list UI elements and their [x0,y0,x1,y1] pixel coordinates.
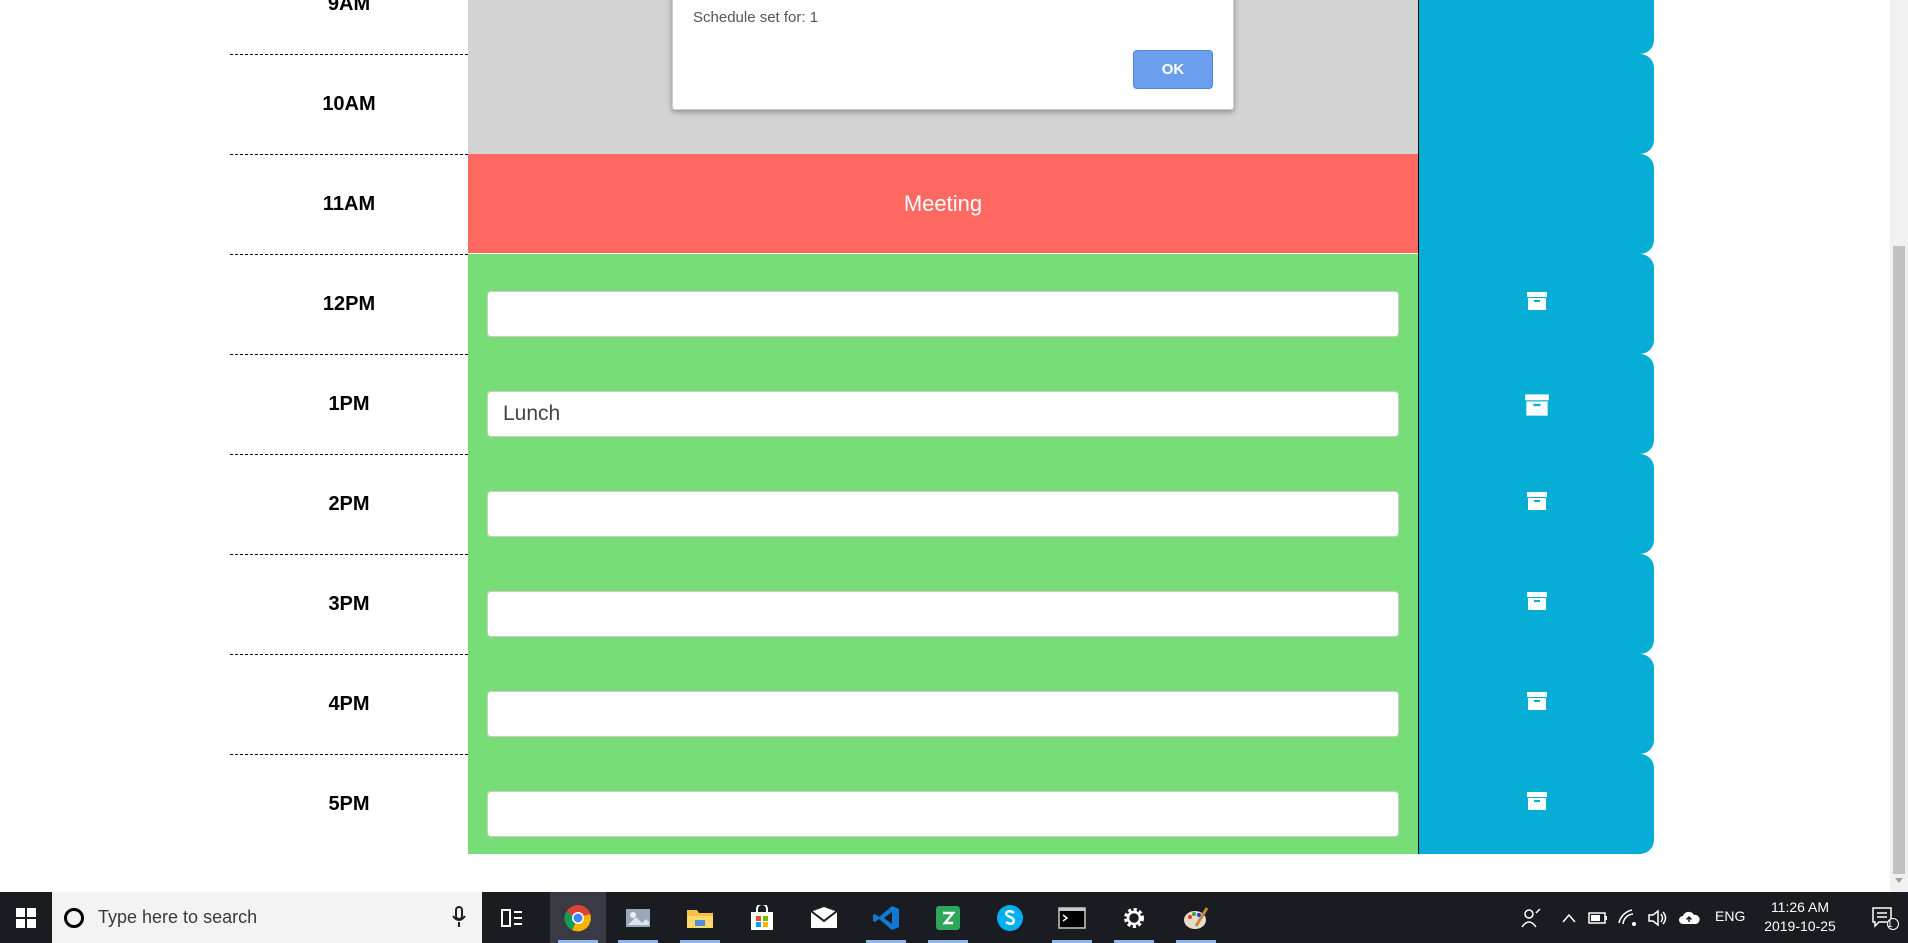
cortana-icon [64,907,84,928]
archive-icon [1526,292,1547,310]
hour-label: 4PM [230,654,468,755]
event-input[interactable] [487,791,1399,837]
save-button[interactable] [1418,54,1654,154]
ok-button[interactable]: OK [1133,50,1213,89]
vscode-icon [873,905,899,930]
save-button[interactable] [1418,0,1654,54]
archive-icon [1526,592,1547,610]
alert-dialog: Schedule set for: 1 OK [672,0,1234,110]
hour-label: 12PM [230,254,468,355]
taskbar-chrome[interactable] [550,892,606,943]
task-view-button[interactable] [484,892,540,943]
scroll-down-icon[interactable] [1895,878,1903,883]
hour-label: 9AM [230,0,468,55]
time-block-row: 2PM [230,454,1654,555]
taskbar-store[interactable] [734,892,790,943]
microphone-icon[interactable] [452,906,466,928]
time-block-row: 5PM [230,754,1654,854]
hour-label: 2PM [230,454,468,555]
paint-icon [1184,906,1209,929]
clock[interactable]: 11:26 AM 2019-10-25 [1745,898,1855,936]
task-view-icon [501,908,522,927]
time-block-row: 1PM [230,354,1654,455]
start-button[interactable] [0,892,52,943]
taskbar-settings[interactable] [1106,892,1162,943]
browser-viewport: 9AM 10AM 11AM Meeting 12PM 1PM Lunch 2PM… [0,0,1890,892]
skype-icon [997,904,1023,931]
taskbar-photos[interactable] [610,892,666,943]
file-explorer-icon [687,909,713,928]
scrollbar-thumb[interactable] [1893,246,1905,874]
taskbar: Type here to search ENG 11:26 AM 2019-10… [0,892,1908,943]
hour-label: 3PM [230,554,468,655]
event-input[interactable] [487,691,1399,737]
onedrive-icon[interactable] [1678,910,1700,926]
time-block-row: 11AM Meeting [230,154,1654,255]
time-block-row: 3PM [230,554,1654,655]
save-button[interactable] [1418,354,1654,454]
hour-label: 1PM [230,354,468,455]
settings-icon [1124,907,1144,928]
save-button[interactable] [1418,754,1654,854]
event-slot [468,754,1418,854]
alert-message: Schedule set for: 1 [693,9,819,26]
event-input[interactable] [487,391,1399,437]
system-tray [1520,892,1700,943]
save-button[interactable] [1418,654,1654,754]
terminal-icon [1058,906,1086,929]
archive-icon [1524,394,1549,416]
hour-label: 10AM [230,54,468,155]
taskbar-terminal[interactable] [1044,892,1100,943]
event-slot [468,254,1418,354]
taskbar-vscode[interactable] [858,892,914,943]
taskbar-app-z[interactable] [920,892,976,943]
volume-icon[interactable] [1648,908,1668,927]
time-block-row: 4PM [230,654,1654,755]
save-button[interactable] [1418,454,1654,554]
chrome-icon [564,904,591,931]
mail-icon [810,906,838,928]
action-center-button[interactable]: 1 [1862,892,1908,943]
save-button[interactable] [1418,554,1654,654]
windows-icon [16,907,36,928]
event-input[interactable] [487,591,1399,637]
language-indicator[interactable]: ENG [1715,908,1745,924]
app-z-icon [936,905,960,930]
archive-icon [1526,692,1547,710]
notification-count: 1 [1887,919,1893,930]
event-input[interactable] [487,291,1399,337]
hour-label: 11AM [230,154,468,255]
battery-icon[interactable] [1588,911,1608,924]
store-icon [751,904,773,930]
taskbar-skype[interactable] [982,892,1038,943]
clock-time: 11:26 AM [1770,899,1830,915]
event-slot [468,654,1418,754]
people-icon[interactable] [1520,907,1542,929]
search-placeholder: Type here to search [98,907,258,927]
event-slot [468,354,1418,454]
taskbar-search[interactable]: Type here to search [52,892,482,943]
archive-icon [1526,492,1547,510]
time-block-row: 12PM [230,254,1654,355]
taskbar-mail[interactable] [796,892,852,943]
wifi-icon[interactable] [1618,908,1638,927]
chevron-up-icon[interactable] [1562,913,1576,923]
hour-label: 5PM [328,792,370,815]
save-button[interactable] [1418,254,1654,354]
vertical-scrollbar[interactable] [1890,0,1908,892]
taskbar-file-explorer[interactable] [672,892,728,943]
event-slot[interactable]: Meeting [468,154,1418,254]
photos-icon [626,908,650,927]
notification-icon [1872,906,1899,930]
event-input[interactable] [487,491,1399,537]
event-slot [468,554,1418,654]
event-slot [468,454,1418,554]
archive-icon [1526,792,1547,810]
clock-date: 2019-10-25 [1764,918,1836,934]
save-button[interactable] [1418,154,1654,254]
taskbar-paint[interactable] [1168,892,1224,943]
